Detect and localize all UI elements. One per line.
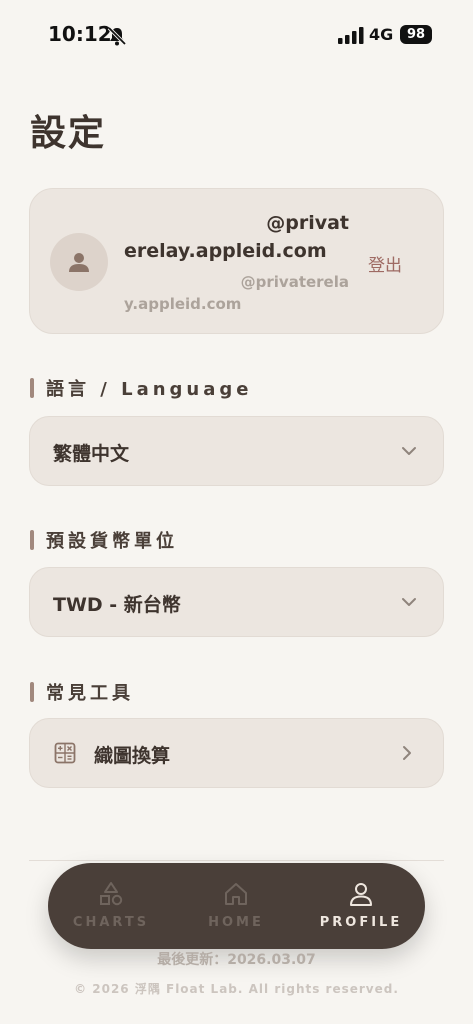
account-card: @privat erelay.appleid.com @privaterela …	[29, 188, 444, 334]
currency-selected-value: TWD - 新台幣	[53, 594, 181, 616]
language-selected-value: 繁體中文	[53, 443, 130, 465]
nav-label: HOME	[208, 915, 264, 930]
chevron-right-icon	[403, 746, 411, 760]
calculator-icon	[54, 742, 76, 764]
bottom-nav: CHARTS HOME PROFILE	[48, 863, 425, 949]
language-select[interactable]: 繁體中文	[29, 416, 444, 486]
divider	[29, 860, 444, 861]
tool-label: 織圖換算	[94, 745, 171, 767]
tool-item-chart-converter[interactable]: 織圖換算	[29, 718, 444, 788]
account-email: @privaterela y.appleid.com	[124, 271, 349, 315]
nav-item-profile[interactable]: PROFILE	[311, 881, 411, 930]
settings-page: 10:12 4G 98 設定 @privat erelay.appleid.co…	[0, 0, 473, 1024]
nav-item-home[interactable]: HOME	[186, 881, 286, 930]
last-updated-text: 最後更新：2026.03.07	[157, 952, 316, 968]
section-accent-bar	[30, 378, 34, 398]
user-icon	[350, 883, 372, 906]
bell-muted-icon	[107, 26, 127, 46]
user-icon	[69, 253, 89, 272]
signal-icon	[338, 27, 364, 44]
chevron-down-icon	[402, 598, 416, 606]
language-section-label: 語言 / Language	[30, 375, 252, 401]
status-bar: 10:12 4G 98	[0, 0, 473, 70]
battery-indicator: 98	[400, 25, 432, 44]
account-email-line: @privaterela	[240, 273, 349, 291]
logout-button[interactable]: 登出	[368, 251, 402, 276]
section-accent-bar	[30, 682, 34, 702]
currency-select[interactable]: TWD - 新台幣	[29, 567, 444, 637]
section-accent-bar	[30, 530, 34, 550]
nav-label: PROFILE	[319, 915, 403, 930]
copyright-text: © 2026 浮隅 Float Lab. All rights reserved…	[74, 982, 399, 996]
avatar	[50, 233, 108, 291]
account-name-line: erelay.appleid.com	[124, 240, 327, 262]
section-title: 語言 / Language	[46, 379, 253, 400]
network-type: 4G	[369, 25, 394, 44]
nav-item-charts[interactable]: CHARTS	[61, 881, 161, 930]
status-time: 10:12	[48, 22, 112, 46]
section-title: 預設貨幣單位	[46, 531, 178, 552]
shapes-icon	[100, 882, 123, 906]
account-name: @privat erelay.appleid.com	[124, 209, 349, 265]
nav-label: CHARTS	[72, 915, 150, 930]
page-title: 設定	[30, 113, 107, 154]
section-title: 常見工具	[46, 683, 134, 704]
account-name-line: @privat	[266, 212, 349, 234]
home-icon	[225, 883, 247, 905]
currency-section-label: 預設貨幣單位	[30, 527, 178, 553]
tools-section-label: 常見工具	[30, 679, 134, 705]
chevron-down-icon	[402, 447, 416, 455]
account-email-line: y.appleid.com	[124, 295, 242, 313]
